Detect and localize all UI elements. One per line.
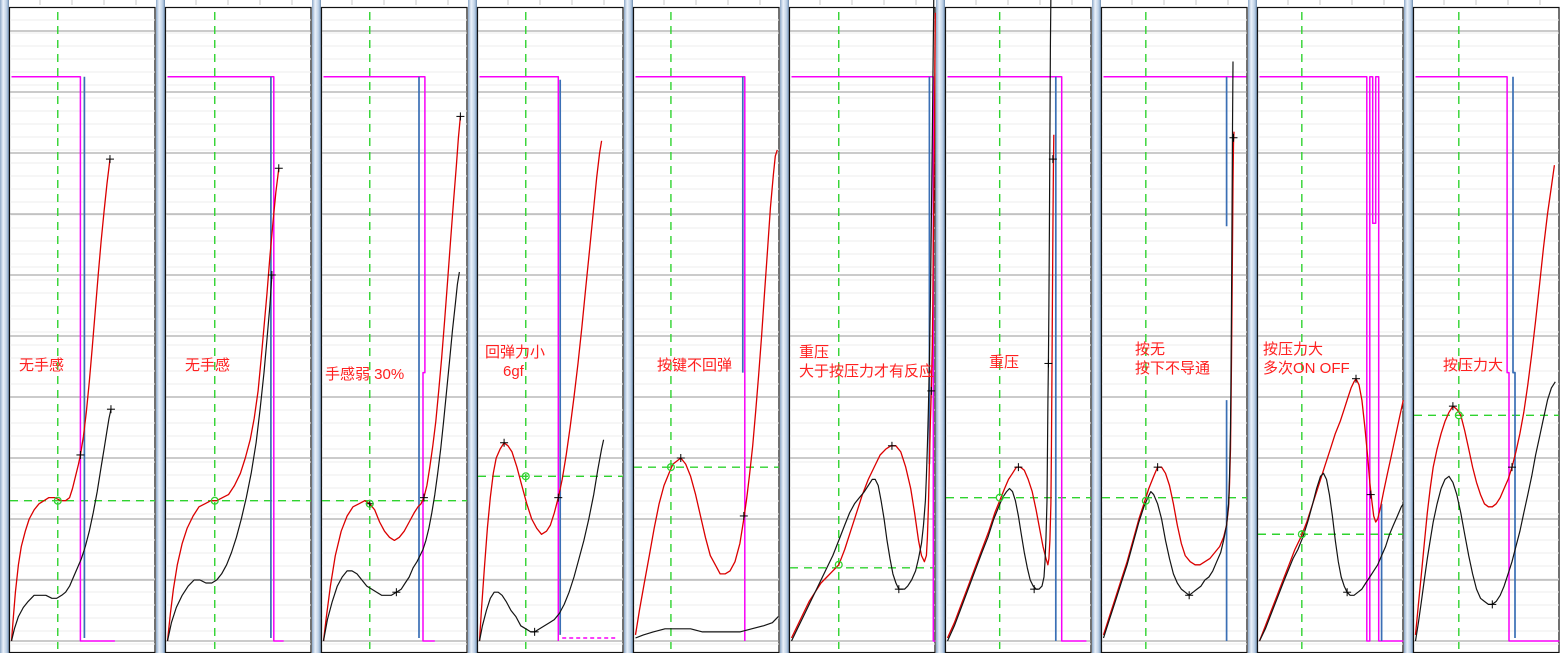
chart-border [478, 8, 624, 653]
force-curve-plot [312, 0, 468, 653]
chart-border [790, 8, 936, 653]
annotation-text: 按下不导通 [1135, 360, 1210, 378]
annotation-text: 按压力大 [1263, 341, 1323, 359]
chart-panel-7: 200.0180.0160.0140.0120.0100.080.060.040… [936, 0, 1092, 653]
annotation-text: 大于按压力才有反应 [799, 363, 934, 381]
chart-border [166, 8, 312, 653]
chart-border [1102, 8, 1248, 653]
annotation-text: 6gf [503, 363, 524, 381]
chart-border [946, 8, 1092, 653]
force-curve-plot [936, 0, 1092, 653]
chart-panel-10: 200.0180.0160.0140.0120.0100.080.060.040… [1404, 0, 1560, 653]
chart-panel-5: 200.0180.0160.0140.0120.0100.080.060.040… [624, 0, 780, 653]
chart-panel-8: 200.0180.0160.0140.0120.0100.080.060.040… [1092, 0, 1248, 653]
annotation-text: 按压力大 [1443, 357, 1503, 375]
force-curve-plot [1248, 0, 1404, 653]
annotation-text: 无手感 [19, 357, 64, 375]
chart-panel-9: 200.0180.0160.0140.0120.0100.080.060.040… [1248, 0, 1404, 653]
chart-panel-4: 200.0180.0160.0140.0120.0100.080.060.040… [468, 0, 624, 653]
annotation-text: 无手感 [185, 357, 230, 375]
chart-panel-6: 200.0180.0160.0140.0120.0100.080.060.040… [780, 0, 936, 653]
annotation-text: 回弹力小 [485, 344, 545, 362]
annotation-text: 按键不回弹 [657, 357, 732, 375]
chart-border [634, 8, 780, 653]
chart-panel-2: 200.0180.0160.0140.0120.0100.080.060.040… [156, 0, 312, 653]
annotation-text: 多次ON OFF [1263, 360, 1350, 378]
force-curve-plot [156, 0, 312, 653]
annotation-text: 手感弱 30% [325, 366, 404, 384]
force-curve-plot [1092, 0, 1248, 653]
force-curve-plot [624, 0, 780, 653]
force-curve-plot [1404, 0, 1560, 653]
force-curve-plot [468, 0, 624, 653]
chart-panels-row: 200.0180.0160.0140.0120.0100.080.060.040… [0, 0, 1560, 653]
annotation-text: 重压 [799, 344, 829, 362]
chart-panel-3: 200.0180.0160.0140.0120.0100.080.060.040… [312, 0, 468, 653]
annotation-text: 重压 [989, 354, 1019, 372]
force-curve-plot [780, 0, 936, 653]
chart-border [1414, 8, 1560, 653]
chart-panel-1: 200.0180.0160.0140.0120.0100.080.060.040… [0, 0, 156, 653]
chart-border [322, 8, 468, 653]
annotation-text: 按无 [1135, 341, 1165, 359]
force-curve-plot [0, 0, 156, 653]
